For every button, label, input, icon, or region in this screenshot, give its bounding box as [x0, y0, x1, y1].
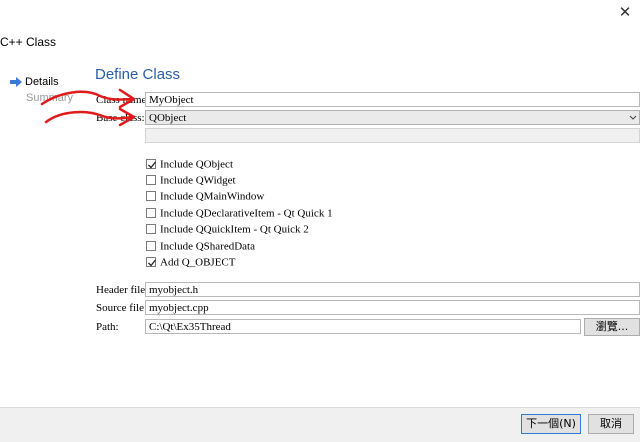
checkbox-label: Include QObject: [160, 158, 233, 171]
checkbox-include-qshareddata[interactable]: Include QSharedData: [146, 240, 255, 256]
checkbox-include-qobject[interactable]: Include QObject: [146, 158, 233, 174]
checkbox-label: Include QDeclarativeItem - Qt Quick 1: [160, 207, 333, 220]
close-button[interactable]: ✕: [615, 3, 635, 21]
class-name-input[interactable]: MyObject: [145, 92, 640, 107]
checkbox-box[interactable]: [146, 224, 156, 235]
page-title: Define Class: [95, 66, 181, 83]
checkbox-box[interactable]: [146, 241, 156, 252]
arrow-right-icon: [10, 77, 22, 88]
browse-button[interactable]: 瀏覽...: [584, 318, 640, 336]
check-icon: [148, 260, 157, 267]
path-input[interactable]: C:\Qt\Ex35Thread: [145, 319, 581, 334]
base-class-value: QObject: [149, 112, 187, 124]
checkbox-include-qdeclarativeitem[interactable]: Include QDeclarativeItem - Qt Quick 1: [146, 207, 333, 223]
source-file-label: Source file:: [96, 302, 148, 314]
checkbox-box[interactable]: [146, 257, 157, 268]
path-label: Path:: [96, 321, 119, 333]
checkbox-label: Add Q_OBJECT: [160, 256, 236, 269]
chevron-down-icon: [629, 115, 637, 120]
next-button[interactable]: 下一個(N): [521, 414, 581, 434]
checkbox-label: Include QWidget: [160, 174, 236, 187]
window-title: C++ Class: [0, 35, 57, 49]
checkbox-box[interactable]: [146, 208, 156, 219]
annotation-arrow-icon: [40, 88, 136, 127]
cancel-button[interactable]: 取消: [588, 414, 634, 434]
checkbox-label: Include QMainWindow: [160, 190, 265, 203]
wizard-footer: 下一個(N) 取消: [0, 407, 640, 442]
checkbox-include-qmainwindow[interactable]: Include QMainWindow: [146, 190, 264, 206]
checkbox-box[interactable]: [146, 191, 156, 202]
base-class-select[interactable]: QObject: [145, 110, 640, 125]
checkbox-add-q-object[interactable]: Add Q_OBJECT: [146, 256, 235, 272]
check-icon: [148, 162, 157, 169]
base-class-extra-field: [145, 128, 640, 143]
checkbox-include-qwidget[interactable]: Include QWidget: [146, 174, 236, 190]
checkbox-box[interactable]: [146, 175, 156, 186]
header-file-label: Header file:: [96, 284, 149, 296]
checkbox-label: Include QQuickItem - Qt Quick 2: [160, 223, 309, 236]
header-file-input[interactable]: myobject.h: [145, 282, 640, 297]
checkbox-box[interactable]: [146, 159, 157, 170]
checkbox-label: Include QSharedData: [160, 240, 255, 253]
checkbox-include-qquickitem[interactable]: Include QQuickItem - Qt Quick 2: [146, 223, 309, 239]
source-file-input[interactable]: myobject.cpp: [145, 300, 640, 315]
